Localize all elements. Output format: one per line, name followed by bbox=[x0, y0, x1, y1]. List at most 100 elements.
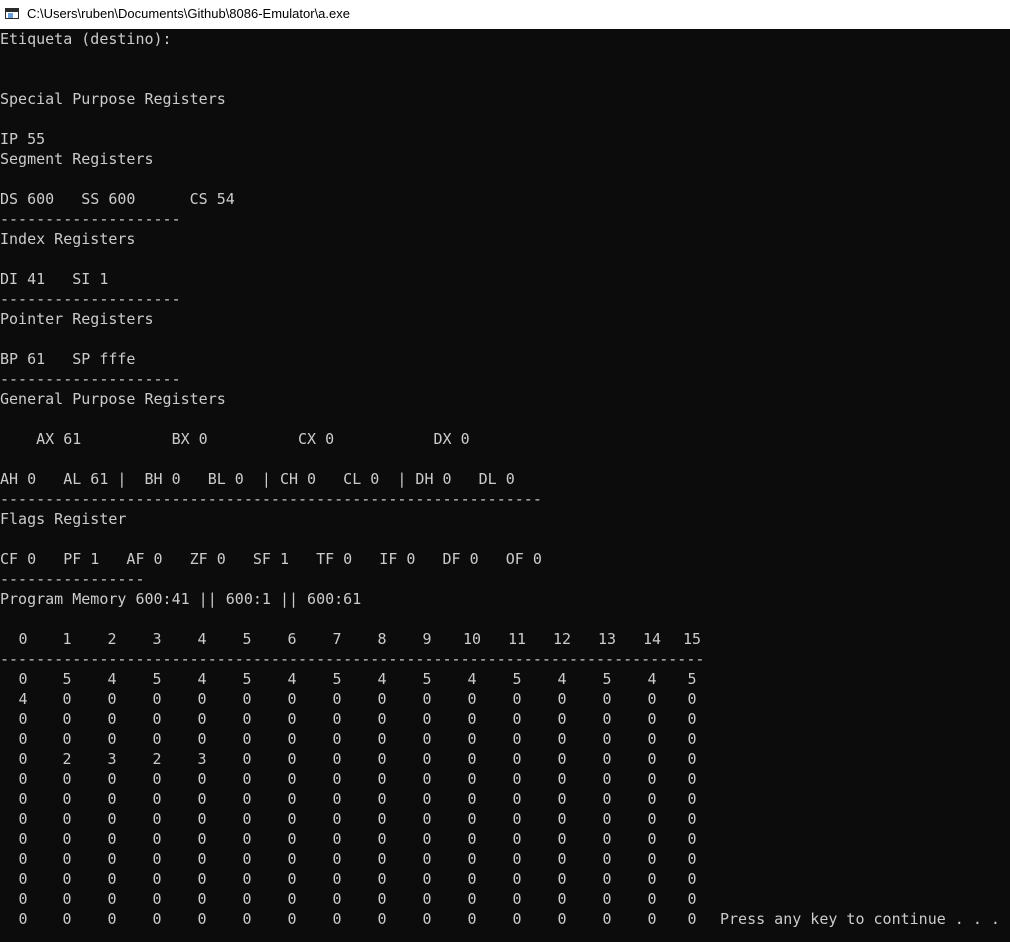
memory-cell: 3 bbox=[107, 750, 117, 768]
memory-cell: 0 bbox=[18, 730, 28, 748]
memory-cell: 2 bbox=[152, 750, 162, 768]
memory-column-header: 2 bbox=[107, 630, 117, 648]
memory-cell: 0 bbox=[197, 690, 207, 708]
memory-cell: 0 bbox=[287, 850, 297, 868]
separator-line: -------------------- bbox=[0, 370, 181, 388]
memory-cell: 0 bbox=[377, 850, 387, 868]
memory-cell: 0 bbox=[512, 890, 522, 908]
memory-cell: 0 bbox=[422, 710, 432, 728]
memory-cell: 4 bbox=[107, 670, 117, 688]
memory-cell: 0 bbox=[377, 890, 387, 908]
memory-cell: 5 bbox=[512, 670, 522, 688]
memory-cell: 0 bbox=[557, 790, 567, 808]
memory-cell: 5 bbox=[687, 670, 697, 688]
memory-cell: 0 bbox=[467, 870, 477, 888]
memory-column-header: 10 bbox=[462, 630, 482, 648]
memory-cell: 0 bbox=[197, 730, 207, 748]
memory-cell: 0 bbox=[287, 690, 297, 708]
memory-cell: 5 bbox=[152, 670, 162, 688]
memory-cell: 4 bbox=[287, 670, 297, 688]
memory-cell: 0 bbox=[422, 790, 432, 808]
memory-cell: 0 bbox=[422, 770, 432, 788]
memory-cell: 0 bbox=[197, 770, 207, 788]
memory-cell: 0 bbox=[242, 910, 252, 928]
memory-cell: 0 bbox=[687, 890, 697, 908]
memory-column-header: 14 bbox=[642, 630, 662, 648]
console-window-icon bbox=[5, 8, 19, 19]
separator-line: -------------------- bbox=[0, 290, 181, 308]
memory-cell: 0 bbox=[332, 770, 342, 788]
memory-cell: 2 bbox=[62, 750, 72, 768]
console-line: AH 0 AL 61 | BH 0 BL 0 | CH 0 CL 0 | DH … bbox=[0, 470, 515, 488]
memory-cell: 0 bbox=[687, 810, 697, 828]
memory-cell: 0 bbox=[512, 710, 522, 728]
memory-cell: 4 bbox=[197, 670, 207, 688]
memory-cell: 0 bbox=[18, 830, 28, 848]
memory-cell: 0 bbox=[687, 710, 697, 728]
memory-cell: 0 bbox=[242, 790, 252, 808]
memory-cell: 0 bbox=[287, 790, 297, 808]
memory-cell: 0 bbox=[62, 810, 72, 828]
memory-cell: 0 bbox=[197, 710, 207, 728]
memory-cell: 0 bbox=[332, 850, 342, 868]
memory-cell: 0 bbox=[602, 750, 612, 768]
memory-cell: 0 bbox=[602, 790, 612, 808]
console-line: Etiqueta (destino): bbox=[0, 30, 172, 48]
memory-cell: 0 bbox=[287, 750, 297, 768]
memory-cell: 0 bbox=[107, 910, 117, 928]
memory-cell: 0 bbox=[62, 710, 72, 728]
memory-cell: 0 bbox=[512, 750, 522, 768]
memory-cell: 0 bbox=[332, 810, 342, 828]
memory-cell: 0 bbox=[18, 890, 28, 908]
memory-cell: 0 bbox=[287, 890, 297, 908]
memory-cell: 0 bbox=[422, 890, 432, 908]
memory-cell: 0 bbox=[467, 690, 477, 708]
memory-cell: 0 bbox=[18, 850, 28, 868]
memory-cell: 0 bbox=[107, 770, 117, 788]
memory-cell: 0 bbox=[197, 870, 207, 888]
memory-cell: 0 bbox=[332, 730, 342, 748]
memory-cell: 5 bbox=[602, 670, 612, 688]
console-output[interactable]: Etiqueta (destino): Special Purpose Regis… bbox=[0, 29, 1010, 942]
console-line: Pointer Registers bbox=[0, 310, 154, 328]
console-line: IP 55 bbox=[0, 130, 46, 148]
memory-cell: 0 bbox=[647, 890, 657, 908]
memory-cell: 0 bbox=[62, 690, 72, 708]
memory-cell: 0 bbox=[197, 790, 207, 808]
memory-cell: 0 bbox=[467, 850, 477, 868]
console-line: Index Registers bbox=[0, 230, 136, 248]
memory-cell: 0 bbox=[377, 730, 387, 748]
console-line: BP 61 SP fffe bbox=[0, 350, 136, 368]
memory-cell: 0 bbox=[377, 870, 387, 888]
memory-cell: 0 bbox=[242, 730, 252, 748]
memory-cell: 0 bbox=[687, 750, 697, 768]
memory-column-header: 12 bbox=[552, 630, 572, 648]
memory-cell: 0 bbox=[18, 910, 28, 928]
memory-cell: 0 bbox=[557, 830, 567, 848]
memory-cell: 0 bbox=[467, 750, 477, 768]
memory-cell: 4 bbox=[467, 670, 477, 688]
memory-cell: 0 bbox=[287, 710, 297, 728]
memory-cell: 0 bbox=[512, 690, 522, 708]
memory-cell: 0 bbox=[107, 850, 117, 868]
memory-cell: 0 bbox=[422, 830, 432, 848]
memory-cell: 0 bbox=[422, 810, 432, 828]
memory-cell: 0 bbox=[602, 890, 612, 908]
memory-cell: 0 bbox=[687, 690, 697, 708]
console-line: Special Purpose Registers bbox=[0, 90, 226, 108]
memory-column-header: 5 bbox=[242, 630, 252, 648]
memory-cell: 0 bbox=[377, 770, 387, 788]
memory-cell: 0 bbox=[332, 870, 342, 888]
memory-cell: 0 bbox=[647, 690, 657, 708]
separator-line: ----------------------------------------… bbox=[0, 490, 542, 508]
memory-cell: 0 bbox=[107, 870, 117, 888]
memory-cell: 0 bbox=[557, 850, 567, 868]
memory-cell: 0 bbox=[332, 790, 342, 808]
title-bar[interactable]: C:\Users\ruben\Documents\Github\8086-Emu… bbox=[0, 0, 1010, 29]
memory-cell: 0 bbox=[377, 910, 387, 928]
memory-cell: 0 bbox=[332, 690, 342, 708]
memory-cell: 0 bbox=[152, 790, 162, 808]
window-title: C:\Users\ruben\Documents\Github\8086-Emu… bbox=[27, 6, 350, 21]
memory-cell: 0 bbox=[18, 670, 28, 688]
memory-cell: 0 bbox=[377, 830, 387, 848]
